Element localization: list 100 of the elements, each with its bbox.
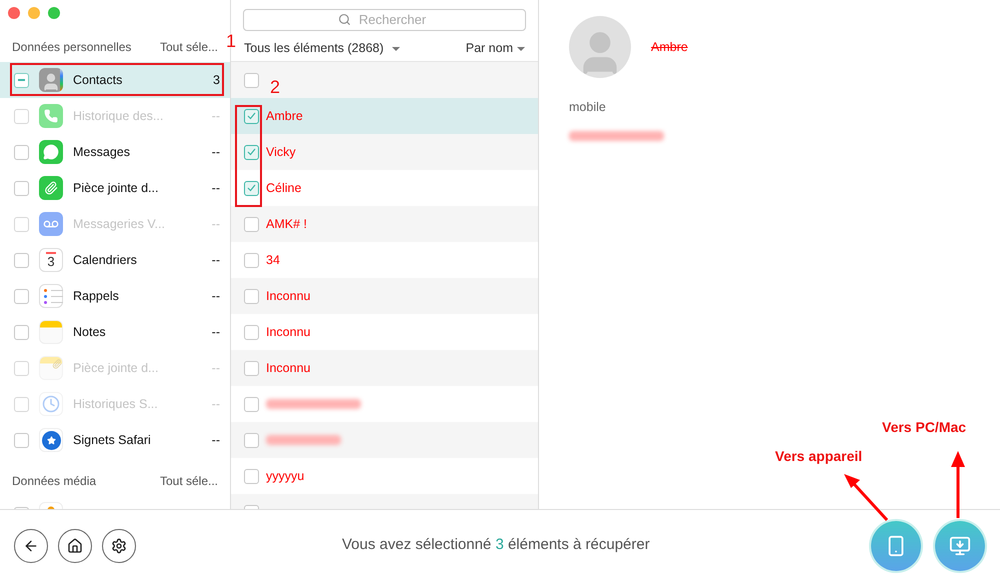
close-button[interactable] (8, 7, 20, 19)
item-count: -- (212, 216, 220, 233)
home-button[interactable] (58, 528, 92, 562)
filter-dropdown[interactable]: Tous les éléments (2868) (244, 39, 400, 58)
category-label: Messageries V... (73, 216, 166, 233)
notepad-icon (39, 356, 63, 380)
phone-icon (39, 104, 63, 128)
checkbox[interactable] (244, 252, 259, 268)
checkbox[interactable] (244, 396, 259, 412)
annotation-arrow (842, 472, 890, 522)
list-row[interactable]: Vicky (231, 134, 538, 170)
list-row[interactable] (231, 62, 538, 98)
sort-dropdown[interactable]: Par nom (466, 39, 525, 58)
item-count: -- (212, 144, 220, 161)
contact-name: Céline (266, 180, 302, 197)
category-label: Notes (73, 324, 107, 341)
checkbox[interactable] (244, 468, 259, 484)
checkbox[interactable] (244, 108, 259, 124)
contact-name: yyyyyu (266, 468, 304, 485)
settings-icon (111, 538, 127, 554)
category-item[interactable]: 3 Calendriers -- (0, 242, 230, 278)
checkbox[interactable] (244, 324, 259, 340)
checkbox[interactable] (14, 180, 29, 196)
checkbox[interactable] (244, 144, 259, 160)
selection-status: Vous avez sélectionné 3 éléments à récupérer (342, 535, 650, 556)
list-row[interactable] (231, 422, 538, 458)
home-icon (67, 538, 83, 554)
clock-icon (39, 392, 63, 416)
section-title: Données personnelles (12, 39, 132, 56)
checkbox[interactable] (14, 288, 29, 304)
list-row[interactable]: Inconnu (231, 278, 538, 314)
back-button[interactable] (14, 528, 48, 562)
calendar-icon: 3 (39, 248, 63, 272)
category-label: Rappels (73, 288, 120, 305)
checkbox[interactable] (14, 432, 29, 448)
category-item[interactable]: Pièce jointe d... -- (0, 170, 230, 206)
select-all-link[interactable]: Tout séle... (160, 38, 218, 56)
checkbox[interactable] (244, 216, 259, 232)
item-count: -- (212, 180, 220, 197)
item-count: -- (212, 288, 220, 305)
chat-bubble-icon (39, 140, 63, 164)
transfer-to-device-button[interactable] (871, 520, 921, 570)
contact-name: Inconnu (266, 324, 310, 341)
contact-name: AMK# ! (266, 216, 307, 233)
checkbox[interactable] (14, 324, 29, 340)
item-count: -- (212, 108, 220, 125)
checkbox[interactable] (14, 144, 29, 160)
category-item[interactable]: Notes -- (0, 314, 230, 350)
checkbox[interactable] (244, 288, 259, 304)
item-count: -- (212, 432, 220, 449)
contact-book-icon (39, 68, 63, 92)
contact-name: Inconnu (266, 288, 310, 305)
checkmark-icon (247, 112, 256, 120)
contact-name: 34 (266, 252, 280, 269)
category-label: Messages (73, 144, 131, 161)
contact-name: Inconnu (266, 360, 310, 377)
item-count: -- (212, 360, 220, 377)
annotation-arrow (950, 450, 966, 520)
item-count: -- (212, 324, 220, 341)
export-to-computer-button[interactable] (935, 520, 985, 570)
search-icon (338, 13, 351, 26)
back-arrow-icon (23, 538, 39, 554)
bookmark-folder-icon (39, 428, 63, 452)
field-label: mobile (569, 99, 606, 116)
checkmark-icon (247, 148, 256, 156)
category-label: Contacts (73, 72, 124, 89)
minimize-button[interactable] (28, 7, 40, 19)
section-title: Données média (12, 473, 96, 490)
checkbox[interactable] (244, 72, 259, 88)
list-row[interactable]: Ambre (231, 98, 538, 134)
category-item[interactable]: Rappels -- (0, 278, 230, 314)
item-count: -- (212, 396, 220, 413)
category-label: Historique des... (73, 108, 164, 125)
category-label: Pièce jointe d... (73, 180, 160, 197)
checkbox[interactable] (244, 180, 259, 196)
checkmark-icon (247, 184, 256, 192)
contact-name: Ambre (266, 108, 303, 125)
list-icon (39, 284, 63, 308)
contact-name: Vicky (266, 144, 296, 161)
checkbox[interactable] (14, 252, 29, 268)
category-item[interactable]: Signets Safari -- (0, 422, 230, 458)
annotation-label: Vers PC/Mac (882, 418, 966, 437)
annotation-label: 2 (270, 78, 280, 96)
settings-button[interactable] (102, 528, 136, 562)
search-field[interactable]: Rechercher (243, 8, 526, 30)
contact-name: Ambre (651, 38, 688, 56)
category-item[interactable]: Messages -- (0, 134, 230, 170)
list-row[interactable]: AMK# ! (231, 206, 538, 242)
item-count: 3 (213, 72, 220, 89)
zoom-button[interactable] (48, 7, 60, 19)
item-count: -- (212, 252, 220, 269)
list-row[interactable]: Inconnu (231, 350, 538, 386)
select-all-link[interactable]: Tout séle... (160, 472, 218, 490)
checkbox[interactable] (14, 72, 29, 88)
checkbox[interactable] (244, 360, 259, 376)
checkbox[interactable] (244, 432, 259, 448)
annotation-label: Vers appareil (775, 447, 862, 466)
notepad-icon (39, 320, 63, 344)
voicemail-icon (39, 212, 63, 236)
category-label: Pièce jointe d... (73, 360, 160, 377)
